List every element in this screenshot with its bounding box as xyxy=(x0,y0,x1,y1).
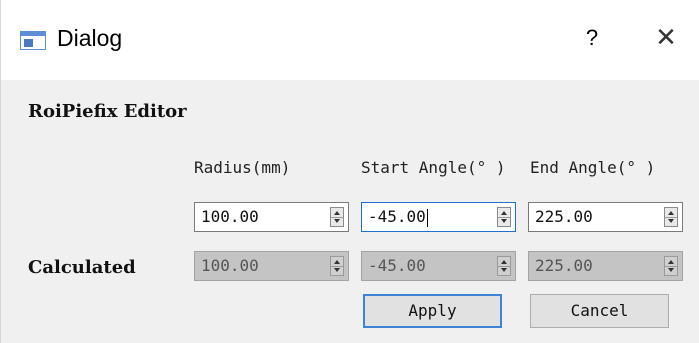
apply-button[interactable]: Apply xyxy=(363,294,502,328)
end-angle-value: 225.00 xyxy=(535,207,593,226)
start-angle-column-header: Start Angle(° ) xyxy=(361,158,506,177)
calculated-end-angle-spinbox: 225.00 xyxy=(528,251,683,281)
cancel-button[interactable]: Cancel xyxy=(530,294,669,328)
title-bar: Dialog ? ✕ xyxy=(1,0,699,80)
calculated-radius-spinbox: 100.00 xyxy=(194,251,349,281)
calculated-label: Calculated xyxy=(28,257,136,278)
dialog-window: Dialog ? ✕ RoiPiefix Editor Radius(mm) S… xyxy=(0,0,699,343)
spin-up-down-icon xyxy=(664,256,678,276)
editor-group-title: RoiPiefix Editor xyxy=(28,101,187,122)
start-angle-value: -45.00 xyxy=(368,207,428,227)
help-button[interactable]: ? xyxy=(579,22,605,54)
spin-up-down-icon[interactable] xyxy=(497,207,511,227)
calculated-radius-value: 100.00 xyxy=(201,256,259,275)
dialog-window-icon xyxy=(20,31,46,50)
start-angle-spinbox[interactable]: -45.00 xyxy=(361,202,516,232)
spin-up-down-icon[interactable] xyxy=(330,207,344,227)
calculated-start-angle-value: -45.00 xyxy=(368,256,426,275)
calculated-end-angle-value: 225.00 xyxy=(535,256,593,275)
spin-up-down-icon xyxy=(330,256,344,276)
window-title: Dialog xyxy=(57,25,123,51)
end-angle-column-header: End Angle(° ) xyxy=(530,158,656,177)
radius-value: 100.00 xyxy=(201,207,259,226)
spin-up-down-icon[interactable] xyxy=(664,207,678,227)
radius-column-header: Radius(mm) xyxy=(194,158,291,177)
calculated-start-angle-spinbox: -45.00 xyxy=(361,251,516,281)
radius-spinbox[interactable]: 100.00 xyxy=(194,202,349,232)
spin-up-down-icon xyxy=(497,256,511,276)
text-caret xyxy=(426,208,428,227)
close-button[interactable]: ✕ xyxy=(651,22,681,54)
end-angle-spinbox[interactable]: 225.00 xyxy=(528,202,683,232)
